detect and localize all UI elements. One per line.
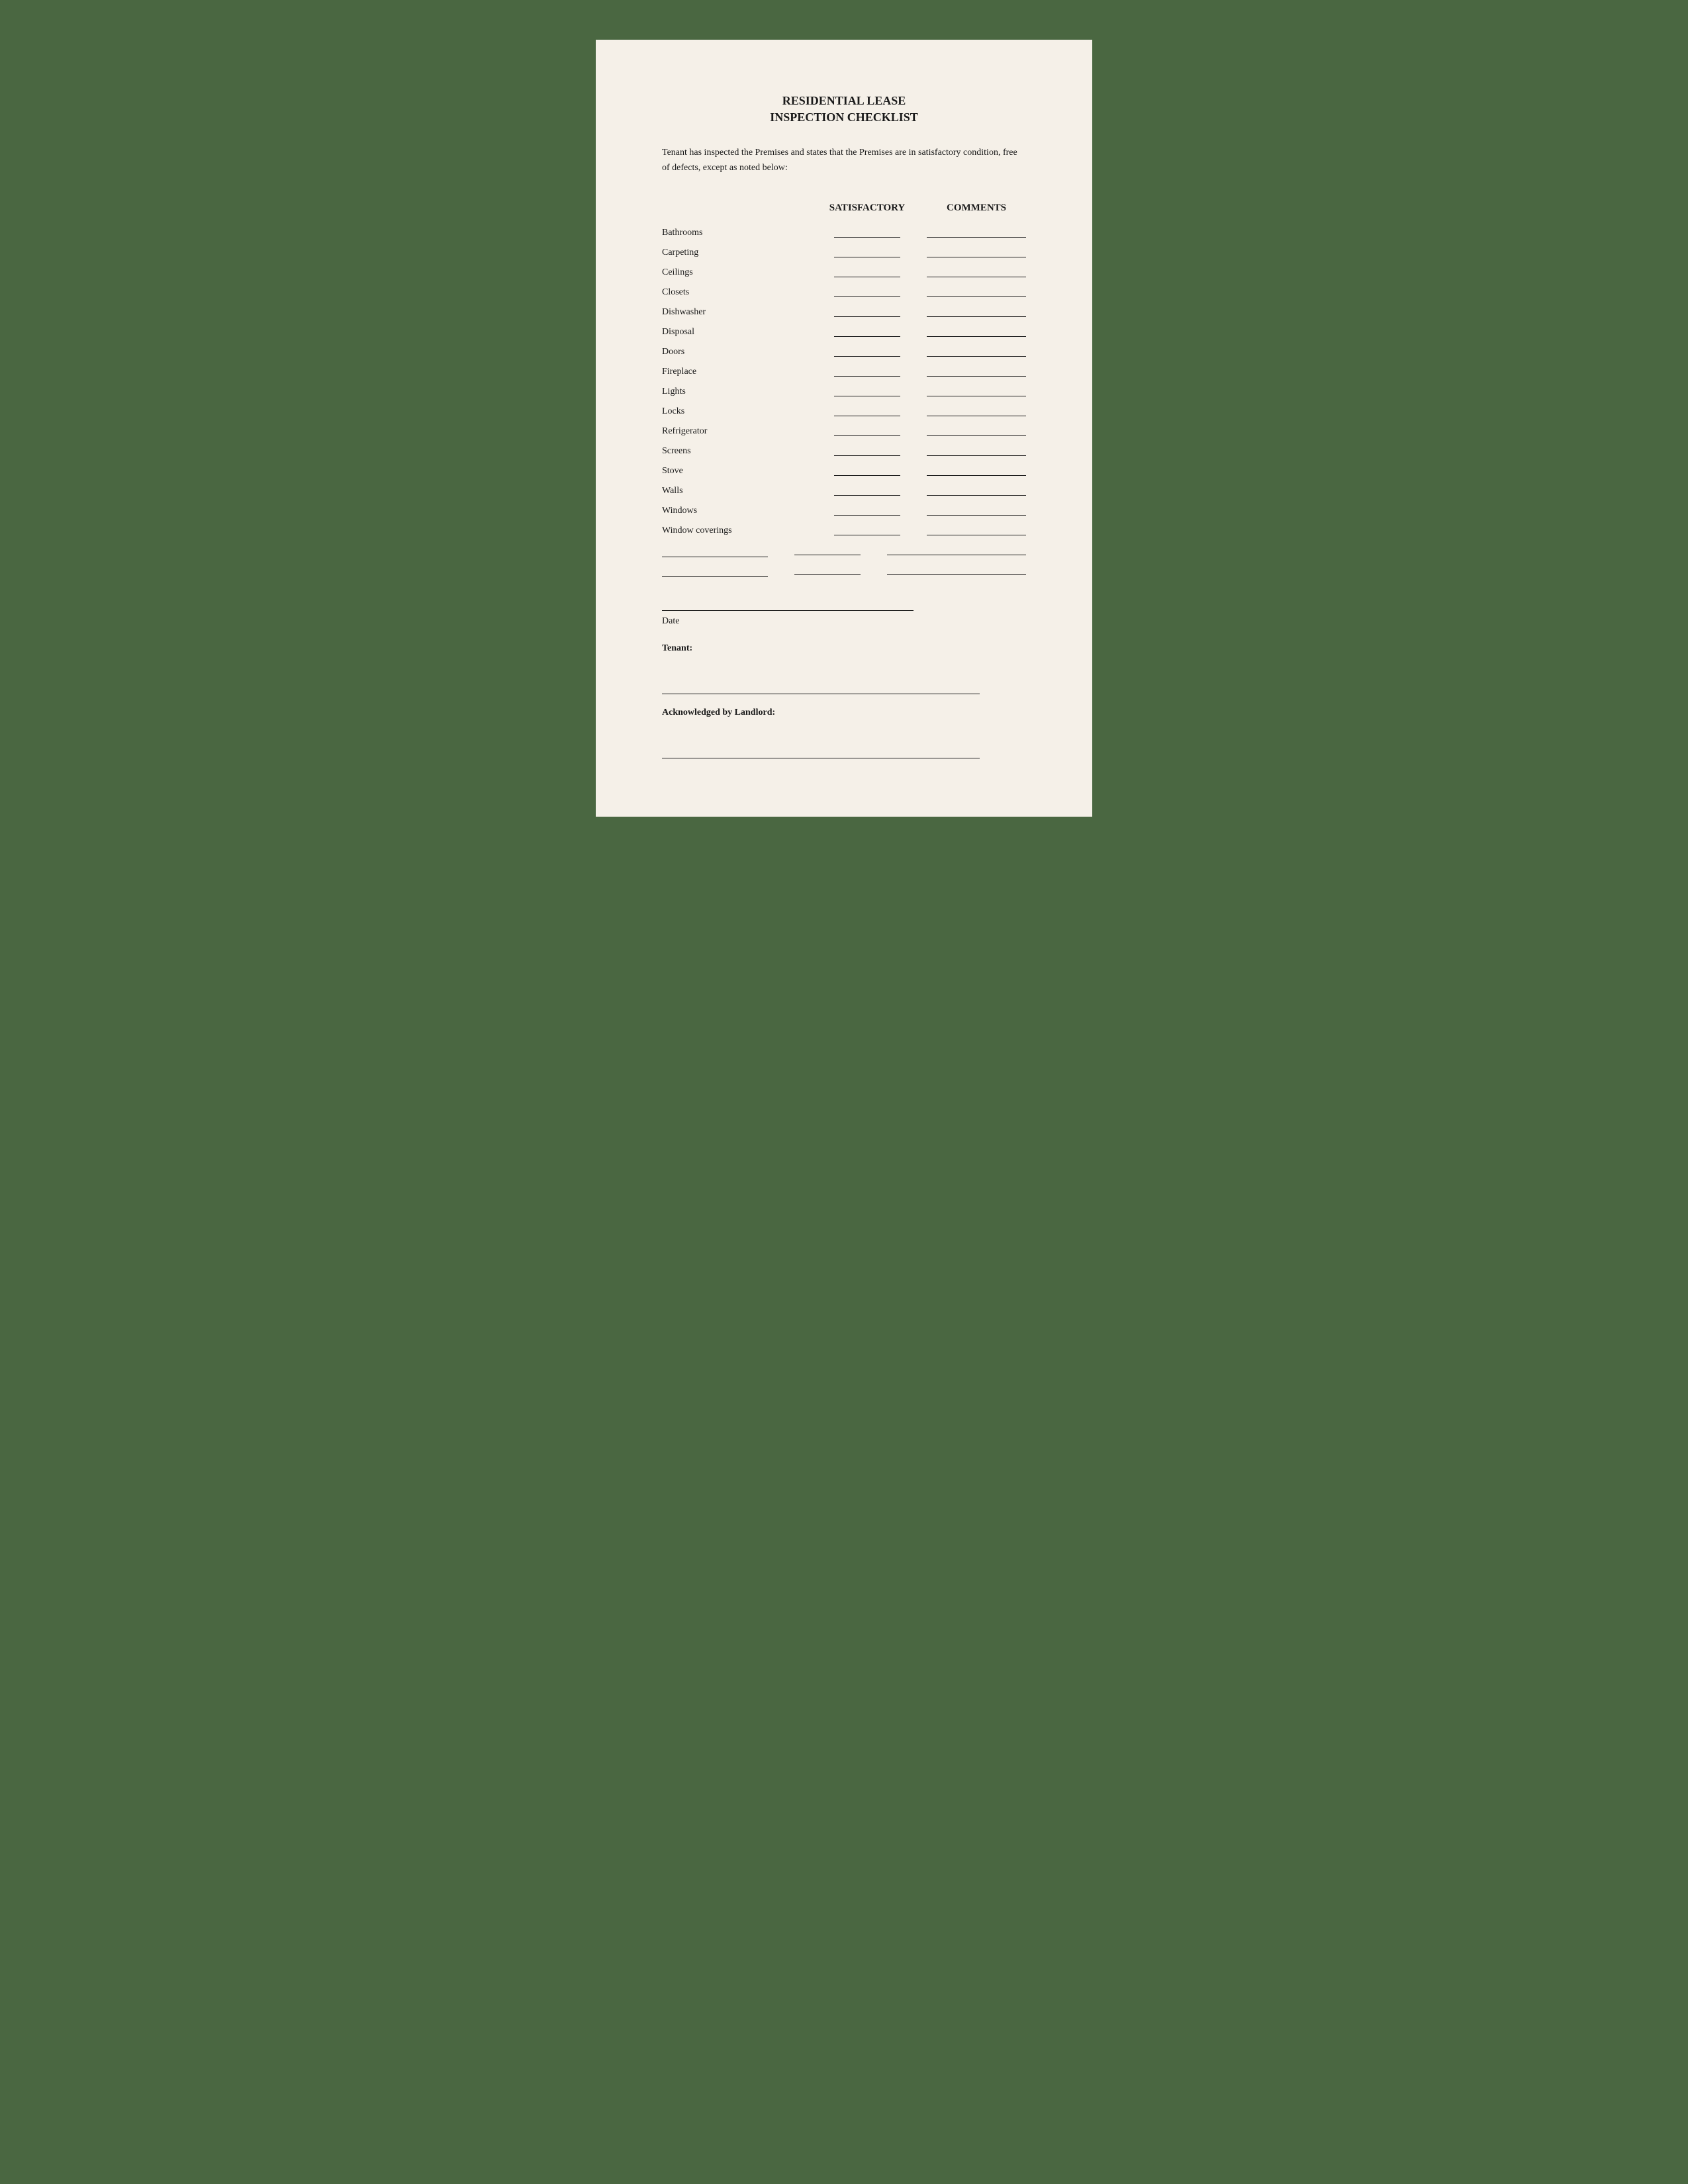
satisfactory-cell-6	[808, 356, 927, 359]
item-name-13: Walls	[662, 486, 808, 498]
satisfactory-line-14	[834, 515, 900, 516]
tenant-label: Tenant:	[662, 643, 1026, 654]
satisfactory-cell-14	[808, 515, 927, 518]
checklist-row: Closets	[662, 283, 1026, 299]
item-name-6: Doors	[662, 347, 808, 359]
blank-row-2	[662, 561, 1026, 577]
title-line2: INSPECTION CHECKLIST	[662, 109, 1026, 126]
checklist-row: Bathrooms	[662, 224, 1026, 240]
satisfactory-cell-7	[808, 376, 927, 379]
checklist-row: Windows	[662, 502, 1026, 518]
satisfactory-line-10	[834, 435, 900, 436]
checklist-row: Lights	[662, 383, 1026, 398]
comments-cell-10	[927, 435, 1026, 436]
satisfactory-line-13	[834, 495, 900, 496]
checklist-row: Walls	[662, 482, 1026, 498]
checklist-row: Fireplace	[662, 363, 1026, 379]
satisfactory-cell-1	[808, 257, 927, 259]
checklist-header: SATISFACTORY COMMENTS	[662, 202, 1026, 214]
satisfactory-cell-13	[808, 495, 927, 498]
checklist-row: Refrigerator	[662, 422, 1026, 438]
item-name-5: Disposal	[662, 327, 808, 339]
checklist-row: Disposal	[662, 323, 1026, 339]
item-name-12: Stove	[662, 466, 808, 478]
signatures-section: Date Tenant:	[662, 610, 1026, 694]
blank-item-name-1	[662, 545, 768, 557]
checklist-section: SATISFACTORY COMMENTS Bathrooms Carpeting…	[662, 202, 1026, 577]
satisfactory-line-7	[834, 376, 900, 377]
comments-cell-13	[927, 495, 1026, 496]
landlord-section: Acknowledged by Landlord:	[662, 707, 1026, 758]
item-name-14: Windows	[662, 506, 808, 518]
satisfactory-cell-12	[808, 475, 927, 478]
item-name-1: Carpeting	[662, 248, 808, 259]
checklist-row: Window coverings	[662, 522, 1026, 537]
title-line1: RESIDENTIAL LEASE	[662, 93, 1026, 109]
satisfactory-cell-0	[808, 237, 927, 240]
blank-satisfactory-1	[768, 555, 887, 557]
satisfactory-cell-8	[808, 396, 927, 398]
comments-cell-7	[927, 376, 1026, 377]
checklist-row: Ceilings	[662, 263, 1026, 279]
checklist-row: Dishwasher	[662, 303, 1026, 319]
blank-satisfactory-2	[768, 574, 887, 577]
landlord-label: Acknowledged by Landlord:	[662, 707, 1026, 718]
satisfactory-line-0	[834, 237, 900, 238]
comments-cell-5	[927, 336, 1026, 337]
comments-cell-12	[927, 475, 1026, 476]
checklist-row: Carpeting	[662, 244, 1026, 259]
satisfactory-cell-2	[808, 277, 927, 279]
checklist-row: Doors	[662, 343, 1026, 359]
satisfactory-label: SATISFACTORY	[829, 203, 906, 213]
item-name-2: Ceilings	[662, 267, 808, 279]
item-name-15: Window coverings	[662, 525, 808, 537]
blank-item-name-2	[662, 565, 768, 577]
blank-comments-2	[887, 574, 1026, 575]
item-name-7: Fireplace	[662, 367, 808, 379]
comments-cell-6	[927, 356, 1026, 357]
col-satisfactory-header: SATISFACTORY	[808, 202, 927, 214]
item-name-3: Closets	[662, 287, 808, 299]
satisfactory-cell-9	[808, 416, 927, 418]
satisfactory-cell-15	[808, 535, 927, 537]
item-name-10: Refrigerator	[662, 426, 808, 438]
checklist-row: Screens	[662, 442, 1026, 458]
col-item-header	[662, 202, 808, 214]
satisfactory-line-5	[834, 336, 900, 337]
title-section: RESIDENTIAL LEASE INSPECTION CHECKLIST	[662, 93, 1026, 126]
intro-text: Tenant has inspected the Premises and st…	[662, 146, 1026, 175]
comments-cell-14	[927, 515, 1026, 516]
date-signature-line	[662, 610, 914, 611]
comments-cell-11	[927, 455, 1026, 456]
blank-sat-line-2	[794, 574, 861, 575]
satisfactory-cell-11	[808, 455, 927, 458]
item-name-4: Dishwasher	[662, 307, 808, 319]
satisfactory-cell-5	[808, 336, 927, 339]
comments-cell-4	[927, 316, 1026, 317]
comments-cell-3	[927, 296, 1026, 297]
date-label: Date	[662, 616, 1026, 627]
checklist-rows: Bathrooms Carpeting Ceilings Closets Dishwas…	[662, 224, 1026, 537]
blank-row-1	[662, 541, 1026, 557]
col-comments-header: COMMENTS	[927, 202, 1026, 214]
item-name-11: Screens	[662, 446, 808, 458]
item-name-9: Locks	[662, 406, 808, 418]
satisfactory-line-6	[834, 356, 900, 357]
satisfactory-cell-4	[808, 316, 927, 319]
comments-cell-0	[927, 237, 1026, 238]
checklist-row: Locks	[662, 402, 1026, 418]
item-name-8: Lights	[662, 387, 808, 398]
satisfactory-cell-10	[808, 435, 927, 438]
page: RESIDENTIAL LEASE INSPECTION CHECKLIST T…	[596, 40, 1092, 817]
satisfactory-line-3	[834, 296, 900, 297]
satisfactory-cell-3	[808, 296, 927, 299]
satisfactory-line-12	[834, 475, 900, 476]
checklist-row: Stove	[662, 462, 1026, 478]
item-name-0: Bathrooms	[662, 228, 808, 240]
comments-label: COMMENTS	[947, 203, 1006, 213]
satisfactory-line-4	[834, 316, 900, 317]
satisfactory-line-11	[834, 455, 900, 456]
